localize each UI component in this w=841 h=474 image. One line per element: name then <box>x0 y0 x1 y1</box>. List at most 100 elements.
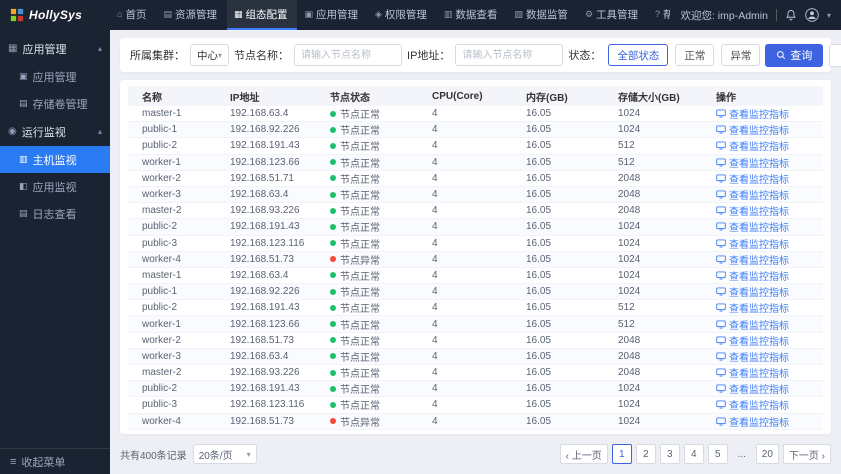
page-size-select[interactable]: 20条/页 ▾ <box>192 444 257 464</box>
view-metrics-link[interactable]: 查看监控指标 <box>716 252 823 267</box>
pager-item[interactable]: ... <box>732 444 752 464</box>
pager-item[interactable]: ‹ 上一页 <box>559 444 608 464</box>
cell-ip: 192.168.191.43 <box>230 302 300 314</box>
view-metrics-link[interactable]: 查看监控指标 <box>716 365 823 380</box>
pager-item[interactable]: 2 <box>635 444 656 464</box>
top-nav-item[interactable]: ◈ 权限管理 <box>368 0 437 30</box>
table-row: master-1 192.168.63.4 节点正常 4 16.05 1024 <box>128 268 823 285</box>
ip-input[interactable] <box>455 44 564 66</box>
sidebar-item[interactable]: ◧ 应用监视 <box>0 173 110 200</box>
view-metrics-link[interactable]: 查看监控指标 <box>716 397 823 412</box>
status-text: 节点正常 <box>340 336 380 348</box>
chevron-down-icon: ▾ <box>246 449 251 459</box>
top-nav-item[interactable]: ⚙ 工具管理 <box>578 0 648 30</box>
query-button[interactable]: 查询 <box>765 43 824 67</box>
cell-name: worker-4 <box>142 253 181 265</box>
view-metrics-link[interactable]: 查看监控指标 <box>716 268 823 283</box>
pager-item[interactable]: 1 <box>611 444 632 464</box>
table-row: worker-1 192.168.123.66 节点正常 4 16.05 512 <box>128 316 823 333</box>
view-metrics-link[interactable]: 查看监控指标 <box>716 219 823 234</box>
pager-item[interactable]: 5 <box>707 444 728 464</box>
status-dot <box>330 240 336 247</box>
cluster-select[interactable]: 中心 ▾ <box>190 44 230 66</box>
pager-item[interactable]: 下一页 › <box>782 444 831 464</box>
top-nav-item[interactable]: ▣ 应用管理 <box>297 0 368 30</box>
logo[interactable]: HollySys <box>0 8 110 22</box>
chevron-down-icon[interactable]: ▾ <box>827 11 831 20</box>
nav-item-label: 权限管理 <box>384 8 427 21</box>
table-row: master-2 192.168.93.226 节点正常 4 16.05 204… <box>128 203 823 220</box>
top-nav-item[interactable]: ▦ 组态配置 <box>226 0 298 30</box>
view-metrics-label: 查看监控指标 <box>729 369 789 381</box>
cell-cpu: 4 <box>432 367 438 379</box>
top-nav-item[interactable]: ? 帮助中心 <box>648 0 670 30</box>
node-table-card: 名称 IP地址 节点状态 CPU(Core) 内存(GB) 存储大小(GB) 操… <box>120 80 831 434</box>
nav-item-icon: ▧ <box>514 8 523 19</box>
sidebar-section-run-monitor[interactable]: ◉ 运行监视 ▴ <box>0 117 110 146</box>
view-metrics-link[interactable]: 查看监控指标 <box>716 349 823 364</box>
table-column-header: 操作 <box>716 92 736 104</box>
top-nav-item[interactable]: ▥ 数据查看 <box>437 0 508 30</box>
cell-node-status: 节点正常 <box>330 300 432 315</box>
bell-icon[interactable] <box>785 9 797 21</box>
status-filter-button[interactable]: 异常 <box>721 44 761 66</box>
top-nav-item[interactable]: ▧ 数据监管 <box>507 0 578 30</box>
top-nav-item[interactable]: ▤ 资源管理 <box>156 0 227 30</box>
reset-button[interactable]: 重置 <box>829 43 841 67</box>
cell-name: public-1 <box>142 286 178 298</box>
table-header-row: 名称 IP地址 节点状态 CPU(Core) 内存(GB) 存储大小(GB) 操… <box>128 86 823 106</box>
view-metrics-link[interactable]: 查看监控指标 <box>716 284 823 299</box>
status-filter-button[interactable]: 正常 <box>675 44 715 66</box>
view-metrics-link[interactable]: 查看监控指标 <box>716 155 823 170</box>
nav-item-label: 工具管理 <box>596 8 639 21</box>
welcome-text: 欢迎您: imp-Admin <box>680 9 768 22</box>
table-column-header: CPU(Core) <box>432 90 483 102</box>
pager-item[interactable]: 20 <box>755 444 779 464</box>
view-metrics-link[interactable]: 查看监控指标 <box>716 317 823 332</box>
pagination-bar: 共有400条记录 20条/页 ▾ ‹ 上一页 1 2 3 4 5 ... 20 … <box>120 442 831 466</box>
view-metrics-link[interactable]: 查看监控指标 <box>716 414 823 429</box>
view-metrics-label: 查看监控指标 <box>729 223 789 235</box>
cell-name: public-3 <box>142 237 178 249</box>
sidebar-item[interactable]: ▥ 主机监视 <box>0 146 110 173</box>
table-row: public-3 192.168.123.116 节点正常 4 16.05 10… <box>128 397 823 414</box>
user-avatar-icon[interactable] <box>805 8 819 22</box>
view-metrics-link[interactable]: 查看监控指标 <box>716 138 823 153</box>
view-metrics-link[interactable]: 查看监控指标 <box>716 122 823 137</box>
view-metrics-link[interactable]: 查看监控指标 <box>716 333 823 348</box>
cluster-label: 所属集群： <box>130 50 185 62</box>
monitor-icon <box>716 271 726 280</box>
cell-storage: 2048 <box>618 189 641 201</box>
status-filter-button[interactable]: 全部状态 <box>608 44 669 66</box>
cell-cpu: 4 <box>432 237 438 249</box>
status-text: 节点正常 <box>340 385 380 397</box>
sidebar-item[interactable]: ▤ 日志查看 <box>0 200 110 227</box>
sidebar-item[interactable]: ▤ 存储卷管理 <box>0 90 110 117</box>
cell-cpu: 4 <box>432 350 438 362</box>
view-metrics-link[interactable]: 查看监控指标 <box>716 187 823 202</box>
top-nav-item[interactable]: ⌂ 首页 <box>110 0 156 30</box>
status-dot <box>330 369 336 376</box>
collapse-menu-button[interactable]: ≡ 收起菜单 <box>0 448 110 474</box>
view-metrics-link[interactable]: 查看监控指标 <box>716 236 823 251</box>
monitor-icon <box>716 222 726 231</box>
pager-item-label: 4 <box>690 448 697 460</box>
pager-item[interactable]: 4 <box>683 444 704 464</box>
sidebar-item[interactable]: ▣ 应用管理 <box>0 63 110 90</box>
view-metrics-link[interactable]: 查看监控指标 <box>716 300 823 315</box>
cell-node-status: 节点正常 <box>330 171 432 186</box>
view-metrics-link[interactable]: 查看监控指标 <box>716 381 823 396</box>
table-row: public-2 192.168.191.43 节点正常 4 16.05 512 <box>128 138 823 155</box>
pager-item[interactable]: 3 <box>659 444 680 464</box>
cell-storage: 2048 <box>618 367 641 379</box>
topbar-right: 欢迎您: imp-Admin ▾ <box>670 8 841 23</box>
pager: ‹ 上一页 1 2 3 4 5 ... 20 下一页 › <box>559 444 831 464</box>
cell-storage: 1024 <box>618 286 641 298</box>
status-dot <box>330 401 336 408</box>
sidebar-section-app-management[interactable]: ▦ 应用管理 ▴ <box>0 34 110 63</box>
view-metrics-link[interactable]: 查看监控指标 <box>716 203 823 218</box>
view-metrics-link[interactable]: 查看监控指标 <box>716 171 823 186</box>
cell-storage: 512 <box>618 302 635 314</box>
view-metrics-link[interactable]: 查看监控指标 <box>716 106 823 121</box>
node-name-input[interactable] <box>294 44 403 66</box>
